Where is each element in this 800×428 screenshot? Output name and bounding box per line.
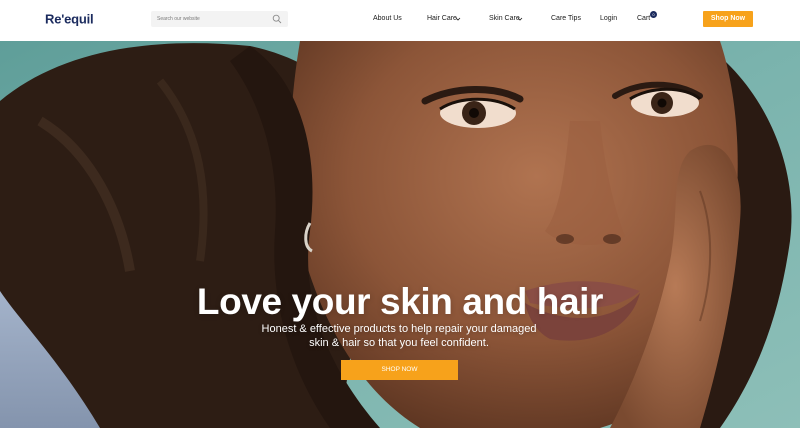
nav-skin-care[interactable]: Skin Care — [489, 14, 520, 24]
hero-banner: Love your skin and hair Honest & effecti… — [0, 41, 800, 428]
nav-login[interactable]: Login — [600, 14, 617, 24]
nav-about-us[interactable]: About Us — [373, 14, 402, 24]
chevron-down-icon[interactable] — [517, 16, 523, 22]
brand-logo-mark: Re'equil — [45, 12, 94, 27]
search-box — [151, 11, 288, 27]
svg-text:Re'equil: Re'equil — [45, 12, 93, 27]
header-shop-now-button[interactable]: Shop Now — [703, 11, 753, 27]
hero-subtitle: Honest & effective products to help repa… — [261, 323, 537, 349]
nav-cart[interactable]: Cart — [637, 14, 650, 24]
cart-count-badge: 0 — [650, 11, 657, 18]
search-icon[interactable] — [272, 14, 282, 24]
nav-care-tips[interactable]: Care Tips — [551, 14, 581, 24]
hero-title: Love your skin and hair — [196, 281, 604, 322]
hero-shop-now-button[interactable]: SHOP NOW — [341, 360, 458, 380]
chevron-down-icon[interactable] — [455, 16, 461, 22]
site-header: Re'equil About Us Hair Care Skin Care Ca… — [0, 0, 800, 41]
nav-hair-care[interactable]: Hair Care — [427, 14, 457, 24]
search-input[interactable] — [157, 12, 265, 26]
